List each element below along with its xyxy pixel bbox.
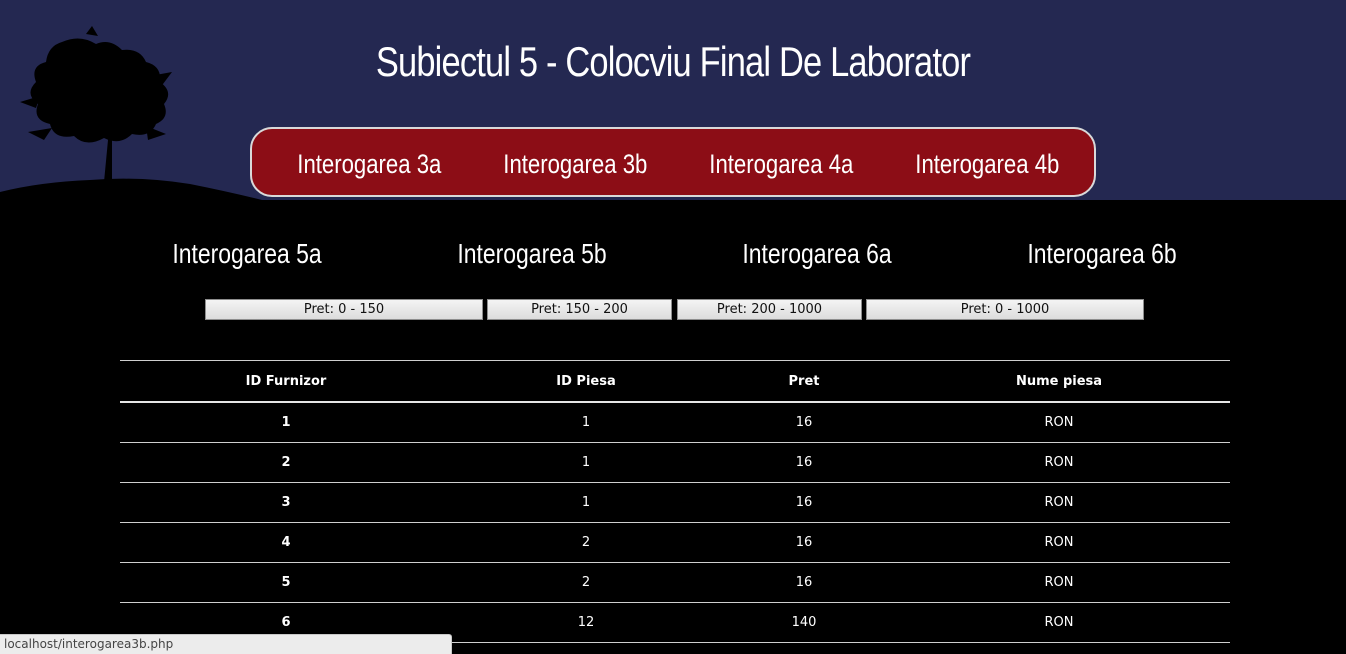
cell-nume-piesa: RON xyxy=(888,522,1230,563)
table-row: 4 2 16 RON xyxy=(120,522,1230,563)
cell-pret: 140 xyxy=(720,602,888,643)
price-filter-200-1000-button[interactable]: Pret: 200 - 1000 xyxy=(677,299,862,320)
cell-nume-piesa: RON xyxy=(888,402,1230,443)
table-row: 3 1 16 RON xyxy=(120,482,1230,523)
cell-id-furnizor: 5 xyxy=(120,562,452,603)
price-filter-0-150-button[interactable]: Pret: 0 - 150 xyxy=(205,299,483,320)
cell-id-piesa: 1 xyxy=(452,482,720,523)
cell-id-piesa: 2 xyxy=(452,562,720,603)
page: Subiectul 5 - Colocviu Final De Laborato… xyxy=(0,0,1346,654)
column-header-id-piesa: ID Piesa xyxy=(452,360,720,403)
cell-id-furnizor: 2 xyxy=(120,442,452,483)
nav-link-interogarea-4a[interactable]: Interogarea 4a xyxy=(709,149,853,180)
cell-id-piesa: 12 xyxy=(452,602,720,643)
table-row: 5 2 16 RON xyxy=(120,562,1230,603)
column-header-pret: Pret xyxy=(720,360,888,403)
main-nav: Interogarea 3a Interogarea 3b Interogare… xyxy=(250,127,1096,197)
cell-id-piesa: 1 xyxy=(452,402,720,443)
table-row: 1 1 16 RON xyxy=(120,402,1230,443)
nav-link-interogarea-5a[interactable]: Interogarea 5a xyxy=(157,238,337,270)
table-header-row: ID Furnizor ID Piesa Pret Nume piesa xyxy=(120,360,1230,403)
status-bar-url: localhost/interogarea3b.php xyxy=(0,634,452,654)
cell-pret: 16 xyxy=(720,402,888,443)
cell-pret: 16 xyxy=(720,482,888,523)
results-table-container: ID Furnizor ID Piesa Pret Nume piesa 1 1… xyxy=(120,360,1230,643)
nav-link-interogarea-3a[interactable]: Interogarea 3a xyxy=(297,149,441,180)
nav-link-interogarea-6a[interactable]: Interogarea 6a xyxy=(727,238,907,270)
nav-link-interogarea-5b[interactable]: Interogarea 5b xyxy=(442,238,622,270)
price-filter-150-200-button[interactable]: Pret: 150 - 200 xyxy=(487,299,672,320)
nav-link-interogarea-3b[interactable]: Interogarea 3b xyxy=(503,149,647,180)
cell-pret: 16 xyxy=(720,522,888,563)
cell-id-furnizor: 4 xyxy=(120,522,452,563)
cell-pret: 16 xyxy=(720,562,888,603)
column-header-nume-piesa: Nume piesa xyxy=(888,360,1230,403)
cell-nume-piesa: RON xyxy=(888,562,1230,603)
cell-nume-piesa: RON xyxy=(888,442,1230,483)
table-row: 2 1 16 RON xyxy=(120,442,1230,483)
results-table: ID Furnizor ID Piesa Pret Nume piesa 1 1… xyxy=(120,360,1230,643)
header-banner: Subiectul 5 - Colocviu Final De Laborato… xyxy=(0,0,1346,200)
nav-link-interogarea-4b[interactable]: Interogarea 4b xyxy=(915,149,1059,180)
nav-link-interogarea-6b[interactable]: Interogarea 6b xyxy=(1012,238,1192,270)
cell-id-piesa: 1 xyxy=(452,442,720,483)
cell-id-furnizor: 1 xyxy=(120,402,452,443)
cell-nume-piesa: RON xyxy=(888,602,1230,643)
price-filter-0-1000-button[interactable]: Pret: 0 - 1000 xyxy=(866,299,1144,320)
page-title: Subiectul 5 - Colocviu Final De Laborato… xyxy=(375,38,971,85)
cell-id-piesa: 2 xyxy=(452,522,720,563)
cell-id-furnizor: 3 xyxy=(120,482,452,523)
cell-nume-piesa: RON xyxy=(888,482,1230,523)
cell-pret: 16 xyxy=(720,442,888,483)
column-header-id-furnizor: ID Furnizor xyxy=(120,360,452,403)
